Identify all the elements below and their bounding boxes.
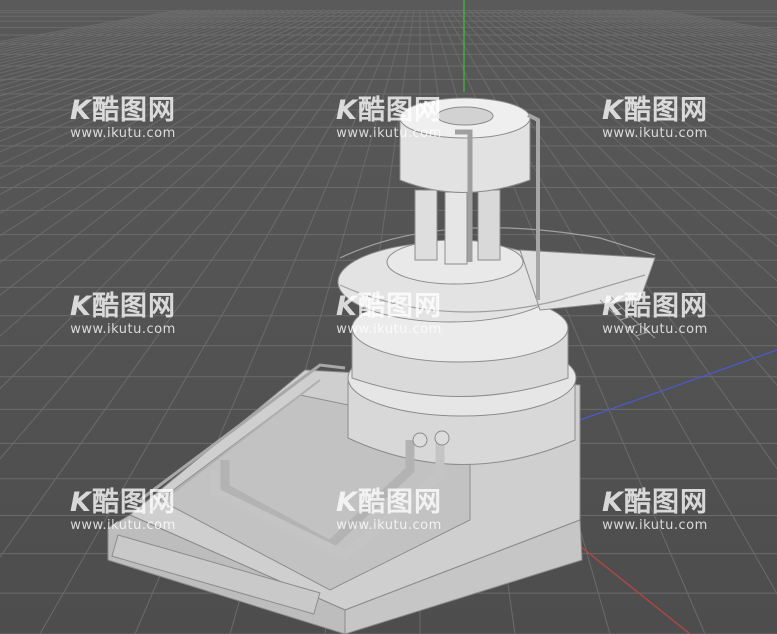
- column-left: [414, 189, 438, 261]
- grid-line: [569, 9, 777, 69]
- grid-line: [623, 9, 777, 43]
- pipe-flange-1: [412, 432, 428, 448]
- column-center: [444, 191, 468, 265]
- column-right: [477, 189, 501, 261]
- grid-line: [617, 9, 777, 45]
- industrial-mill-model[interactable]: [107, 97, 656, 634]
- grid-line: [647, 9, 777, 35]
- platform-extension: [519, 249, 656, 311]
- grid-line: [557, 9, 777, 78]
- scene-canvas[interactable]: [0, 0, 777, 634]
- pipe-flange-2: [434, 430, 450, 446]
- grid-line: [659, 9, 777, 32]
- grid-line: [635, 9, 777, 38]
- top-opening: [436, 106, 494, 126]
- staircase: [599, 295, 656, 341]
- grid-line: [599, 9, 777, 52]
- 3d-viewport[interactable]: K酷图网 www.ikutu.com K酷图网 www.ikutu.com K酷…: [0, 0, 777, 634]
